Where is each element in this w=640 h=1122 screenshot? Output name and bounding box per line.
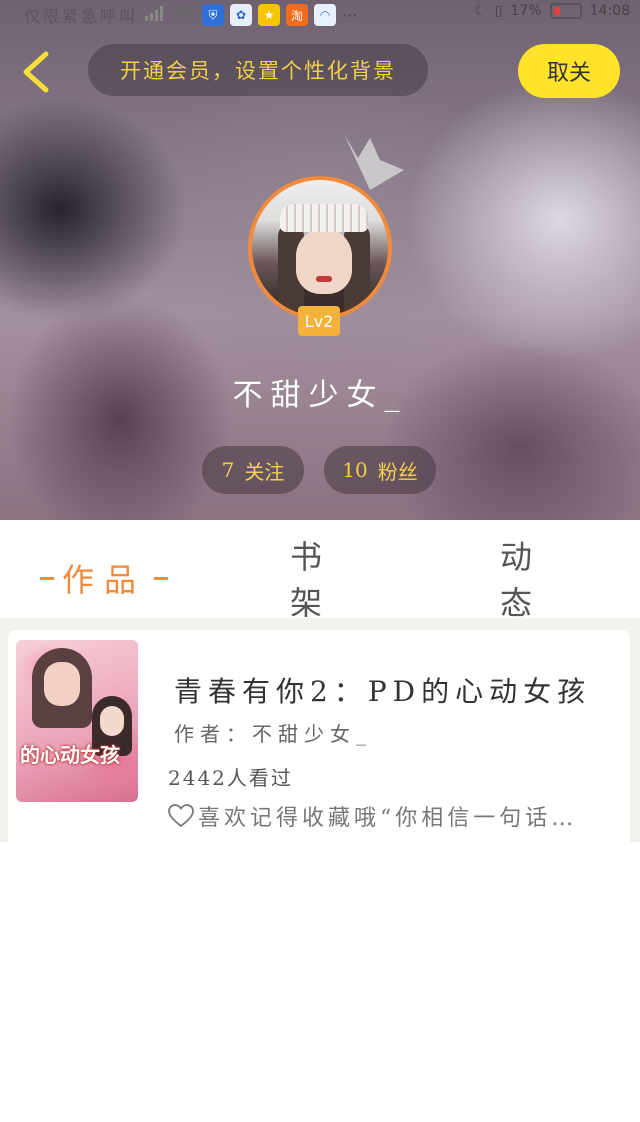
taobao-app-icon: 淘 (286, 4, 309, 26)
carrier-text: 仅限紧急呼叫 (24, 7, 139, 26)
more-notifications-icon: ··· (342, 5, 358, 25)
fans-stat[interactable]: 10 粉丝 (324, 446, 436, 494)
profile-header: 仅限紧急呼叫 ⛨ ✿ ★ 淘 ◠ ··· ☾ ▯ 17% 14:08 开通会员，… (0, 0, 640, 520)
tab-works-label: 作品 (62, 561, 147, 599)
book-description-text: 喜欢记得收藏哦“你相信一句话… (198, 806, 578, 831)
cloud-app-icon: ◠ (314, 4, 337, 26)
paw-app-icon: ✿ (230, 4, 253, 26)
book-card[interactable]: 的心动女孩 青春有你2：PD的心动女孩 作者：不甜少女_ 2442人看过 喜欢记… (8, 630, 630, 842)
following-label: 关注 (244, 459, 285, 484)
following-count: 7 (221, 458, 235, 482)
vibrate-icon: ▯ (494, 3, 503, 19)
avatar[interactable] (248, 176, 392, 320)
book-cover[interactable]: 的心动女孩 (16, 640, 138, 802)
fans-count: 10 (342, 458, 368, 482)
heart-icon (168, 804, 194, 828)
level-badge: Lv2 (298, 306, 340, 336)
tab-activity[interactable]: 动态 (500, 538, 580, 622)
signal-icon (144, 4, 166, 26)
unfollow-button[interactable]: 取关 (518, 44, 620, 98)
shield-app-icon: ⛨ (202, 4, 225, 26)
avatar-image (248, 176, 392, 320)
book-title[interactable]: 青春有你2：PD的心动女孩 (174, 670, 591, 710)
book-views: 2442人看过 (168, 766, 293, 790)
moon-icon: ☾ (474, 3, 487, 19)
status-bar: 仅限紧急呼叫 ⛨ ✿ ★ 淘 ◠ ··· ☾ ▯ 17% 14:08 (0, 0, 640, 26)
tab-bookshelf-label: 书架 (290, 538, 333, 622)
back-button[interactable] (18, 50, 54, 94)
profile-tabs: 作品 书架 动态 (0, 520, 640, 622)
tab-indicator-right (154, 576, 169, 580)
book-description: 喜欢记得收藏哦“你相信一句话… (168, 800, 608, 832)
back-arrow-icon (23, 51, 49, 93)
star-app-icon: ★ (258, 4, 281, 26)
battery-percent: 17% (510, 3, 542, 19)
app: 仅限紧急呼叫 ⛨ ✿ ★ 淘 ◠ ··· ☾ ▯ 17% 14:08 开通会员，… (0, 0, 640, 1122)
tab-bookshelf[interactable]: 书架 (290, 538, 370, 622)
tab-indicator-left (40, 576, 54, 580)
user-nickname: 不甜少女_ (232, 378, 408, 413)
tab-works[interactable]: 作品 (32, 556, 182, 600)
wifi-icon (172, 4, 196, 26)
battery-icon (549, 3, 582, 19)
tab-activity-label: 动态 (500, 538, 543, 622)
vip-promo-banner[interactable]: 开通会员，设置个性化背景 (88, 44, 428, 96)
fans-label: 粉丝 (377, 459, 418, 484)
book-author: 作者：不甜少女_ (174, 722, 372, 746)
following-stat[interactable]: 7 关注 (202, 446, 304, 494)
clock: 14:08 (589, 3, 630, 19)
cover-title-text: 的心动女孩 (20, 743, 120, 767)
